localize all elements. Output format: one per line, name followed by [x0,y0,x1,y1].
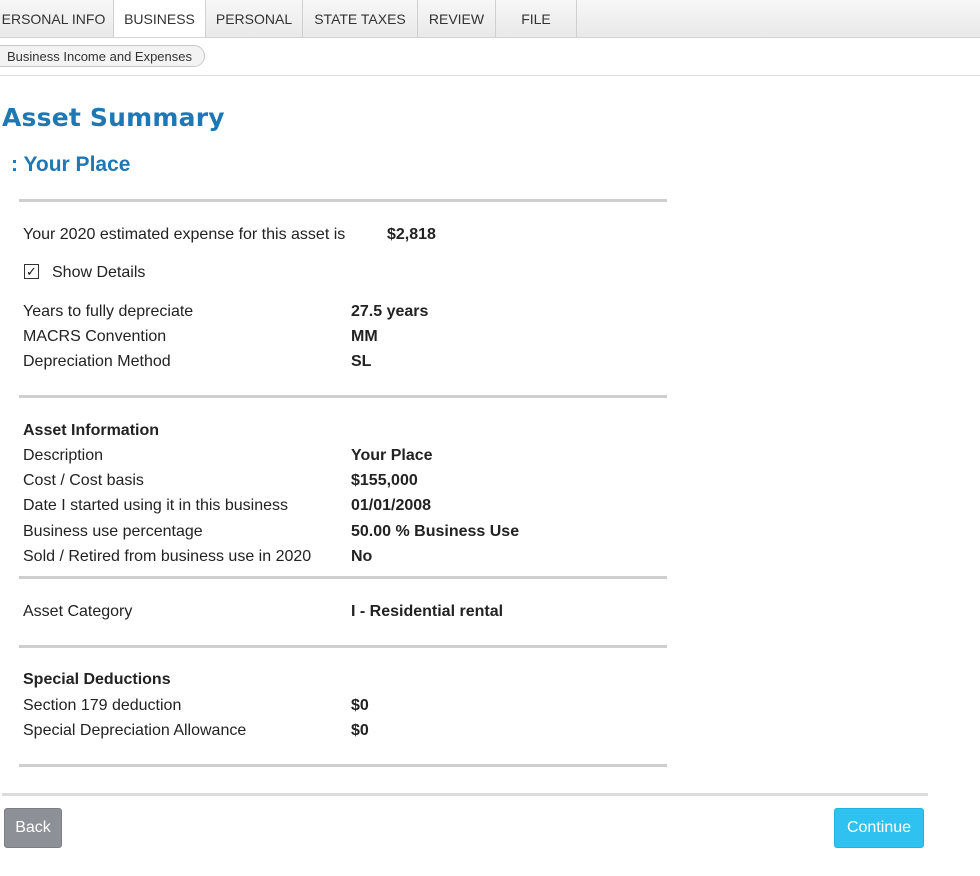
estimate-value: $2,818 [387,226,436,243]
tab-personal[interactable]: PERSONAL [206,0,303,37]
breadcrumb: Business Income and Expenses [0,38,980,76]
cost-basis-label: Cost / Cost basis [23,472,144,489]
section-divider [19,395,667,398]
asset-summary-page: ERSONAL INFO BUSINESS PERSONAL STATE TAX… [0,0,980,876]
special-depreciation-label: Special Depreciation Allowance [23,722,247,739]
sold-retired-value: No [351,548,373,565]
asset-category-label: Asset Category [23,603,133,620]
sold-retired-label: Sold / Retired from business use in 2020 [23,548,312,565]
section-divider [19,764,667,767]
description-value: Your Place [351,447,433,464]
back-button[interactable]: Back [4,808,62,848]
macrs-convention-label: MACRS Convention [23,328,167,345]
breadcrumb-item-business-income[interactable]: Business Income and Expenses [0,45,205,67]
tab-personal-info[interactable]: ERSONAL INFO [0,0,114,37]
asset-category-value: I - Residential rental [351,603,504,620]
tab-business[interactable]: BUSINESS [114,0,206,37]
special-deductions-heading: Special Deductions [23,671,171,688]
section-divider [19,576,667,579]
tab-review[interactable]: REVIEW [418,0,496,37]
depreciation-method-value: SL [351,353,372,370]
asset-subtitle: : Your Place [11,153,131,176]
cost-basis-value: $155,000 [351,472,418,489]
section-179-value: $0 [351,697,369,714]
continue-button[interactable]: Continue [834,808,924,848]
macrs-convention-value: MM [351,328,378,345]
description-label: Description [23,447,104,464]
date-started-label: Date I started using it in this business [23,497,289,514]
tab-state-taxes[interactable]: STATE TAXES [303,0,418,37]
estimate-label: Your 2020 estimated expense for this ass… [23,226,346,243]
depreciation-method-label: Depreciation Method [23,353,171,370]
page-title: Asset Summary [2,103,225,132]
show-details-checkbox[interactable]: ✓ [24,264,39,279]
business-use-value: 50.00 % Business Use [351,523,520,540]
main-tab-bar: ERSONAL INFO BUSINESS PERSONAL STATE TAX… [0,0,980,38]
show-details-label[interactable]: Show Details [52,264,145,282]
footer-divider [2,793,928,796]
section-divider [19,199,667,202]
date-started-value: 01/01/2008 [351,497,432,514]
business-use-label: Business use percentage [23,523,203,540]
special-depreciation-value: $0 [351,722,369,739]
section-divider [19,645,667,648]
years-to-depreciate-value: 27.5 years [351,303,429,320]
checkmark-icon: ✓ [26,264,37,279]
asset-information-heading: Asset Information [23,422,160,439]
section-179-label: Section 179 deduction [23,697,182,714]
years-to-depreciate-label: Years to fully depreciate [23,303,194,320]
tab-file[interactable]: FILE [496,0,577,37]
